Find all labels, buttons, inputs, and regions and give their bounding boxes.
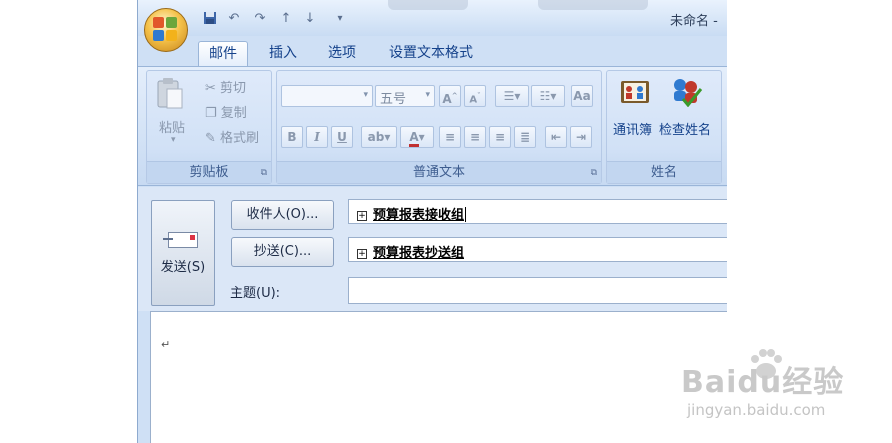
tab-options[interactable]: 选项 <box>318 41 366 66</box>
save-icon[interactable] <box>202 11 218 27</box>
message-body[interactable]: ↵ <box>150 311 727 443</box>
blur-smudge <box>538 0 648 10</box>
outlook-message-window: ↶ ↷ ↑ ↓ ▾ 未命名 - 邮件 插入 选项 设置文本格式 粘贴 ▾ ✂ 剪… <box>137 0 727 443</box>
font-color-icon[interactable]: A▾ <box>400 126 434 148</box>
font-size-value: 五号 <box>380 92 407 107</box>
to-recipient[interactable]: + 预算报表接收组 <box>357 204 467 223</box>
align-left-icon[interactable]: ≡ <box>439 126 461 148</box>
window-title: 未命名 - <box>670 14 718 29</box>
tab-insert[interactable]: 插入 <box>259 41 307 66</box>
cc-field[interactable]: + 预算报表抄送组 <box>348 237 727 262</box>
chevron-down-icon: ▾ <box>363 90 368 100</box>
paste-icon[interactable] <box>155 77 189 109</box>
align-right-icon[interactable]: ≡ <box>489 126 511 148</box>
office-button[interactable] <box>144 8 188 52</box>
cc-button[interactable]: 抄送(C)... <box>231 237 334 267</box>
expand-plus-icon[interactable]: + <box>357 211 367 221</box>
highlight-icon[interactable]: ab▾ <box>361 126 397 148</box>
format-painter-button[interactable]: ✎ 格式刷 <box>205 127 259 146</box>
paste-dropdown-icon[interactable]: ▾ <box>171 135 176 145</box>
down-arrow-icon[interactable]: ↓ <box>302 11 318 27</box>
to-button[interactable]: 收件人(O)... <box>231 200 334 230</box>
names-group-label: 姓名 <box>607 161 721 183</box>
check-names-icon[interactable] <box>669 75 703 108</box>
to-recipient-name: 预算报表接收组 <box>373 208 465 223</box>
clipboard-group-label: 剪贴板 <box>147 161 271 183</box>
tab-format-text[interactable]: 设置文本格式 <box>379 41 483 66</box>
office-logo-icon <box>153 17 179 43</box>
clipboard-group: 粘贴 ▾ ✂ 剪切 ❐ 复制 ✎ 格式刷 剪贴板 ⧉ <box>146 70 272 184</box>
underline-icon[interactable]: U <box>331 126 353 148</box>
blur-smudge <box>388 0 468 10</box>
chevron-down-icon: ▾ <box>425 90 430 100</box>
watermark-url: jingyan.baidu.com <box>687 401 826 419</box>
bold-icon[interactable]: B <box>281 126 303 148</box>
justify-icon[interactable]: ≣ <box>514 126 536 148</box>
baidu-watermark: Baidu经验 jingyan.baidu.com <box>665 345 865 430</box>
bullets-icon[interactable]: ☰▾ <box>495 85 529 107</box>
scissors-icon: ✂ <box>205 81 221 96</box>
send-label: 发送(S) <box>160 259 206 275</box>
send-button[interactable]: 发送(S) <box>151 200 215 306</box>
watermark-brand: Baidu经验 <box>681 365 845 400</box>
subject-label: 主题(U): <box>230 286 281 301</box>
copy-icon: ❐ <box>205 106 221 121</box>
undo-icon[interactable]: ↶ <box>226 11 242 27</box>
to-field[interactable]: + 预算报表接收组 <box>348 199 727 224</box>
italic-icon[interactable]: I <box>306 126 328 148</box>
basic-text-launcher-icon[interactable]: ⧉ <box>591 168 597 178</box>
copy-button[interactable]: ❐ 复制 <box>205 102 247 121</box>
grow-font-icon[interactable]: A^ <box>439 85 461 107</box>
message-header: 发送(S) 收件人(O)... 抄送(C)... + 预算报表接收组 + 预算报表抄… <box>138 187 727 311</box>
clipboard-launcher-icon[interactable]: ⧉ <box>261 168 267 178</box>
shrink-font-icon[interactable]: Aˇ <box>464 85 486 107</box>
address-book-button[interactable]: 通讯簿 <box>613 119 652 138</box>
font-size-combo[interactable]: 五号 ▾ <box>375 85 435 107</box>
basic-text-group: ▾ 五号 ▾ A^ Aˇ ☰▾ ☷▾ Aa B I U ab▾ A▾ ≡ ≡ ≡ … <box>276 70 602 184</box>
copy-label: 复制 <box>220 106 247 121</box>
subject-input[interactable] <box>348 277 727 304</box>
increase-indent-icon[interactable]: ⇥ <box>570 126 592 148</box>
align-center-icon[interactable]: ≡ <box>464 126 486 148</box>
address-book-icon[interactable] <box>619 77 653 107</box>
paragraph-mark: ↵ <box>161 338 171 351</box>
ribbon: 粘贴 ▾ ✂ 剪切 ❐ 复制 ✎ 格式刷 剪贴板 ⧉ ▾ 五号 ▾ A^ Aˇ ☰… <box>138 66 727 186</box>
check-names-button[interactable]: 检查姓名 <box>659 119 711 138</box>
expand-plus-icon[interactable]: + <box>357 249 367 259</box>
cut-label: 剪切 <box>220 81 247 96</box>
format-painter-label: 格式刷 <box>220 131 260 146</box>
tab-mail[interactable]: 邮件 <box>198 41 248 66</box>
qat-customize-icon[interactable]: ▾ <box>332 11 348 27</box>
redo-icon[interactable]: ↷ <box>252 11 268 27</box>
envelope-icon <box>163 231 198 248</box>
cc-recipient-name: 预算报表抄送组 <box>373 246 465 261</box>
up-arrow-icon[interactable]: ↑ <box>278 11 294 27</box>
font-name-combo[interactable]: ▾ <box>281 85 373 107</box>
cc-recipient[interactable]: + 预算报表抄送组 <box>357 242 464 261</box>
cut-button[interactable]: ✂ 剪切 <box>205 77 246 96</box>
basic-text-group-label: 普通文本 <box>277 161 601 183</box>
styles-icon[interactable]: Aa <box>571 85 593 107</box>
numbering-icon[interactable]: ☷▾ <box>531 85 565 107</box>
paste-button-label[interactable]: 粘贴 <box>159 117 185 136</box>
decrease-indent-icon[interactable]: ⇤ <box>545 126 567 148</box>
names-group: 通讯簿 检查姓名 姓名 <box>606 70 722 184</box>
ribbon-tabs: 邮件 插入 选项 设置文本格式 <box>138 36 727 66</box>
brush-icon: ✎ <box>205 131 221 146</box>
title-bar: ↶ ↷ ↑ ↓ ▾ 未命名 - <box>138 0 727 36</box>
text-cursor <box>465 207 467 222</box>
